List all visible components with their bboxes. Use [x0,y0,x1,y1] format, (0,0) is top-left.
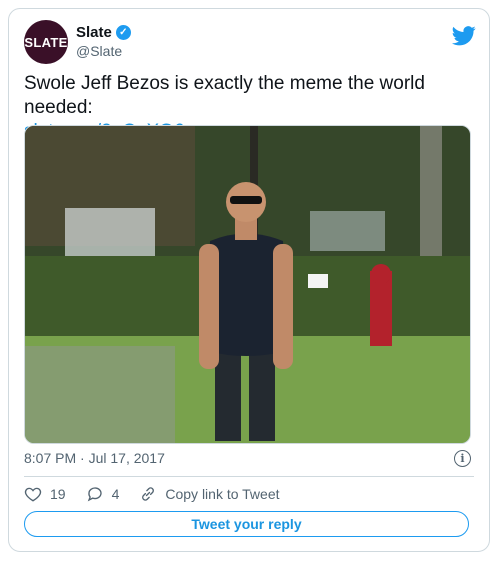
tweet-actions: 19 4 Copy link to Tweet [24,485,300,503]
divider [24,476,474,477]
tweet-photo[interactable] [24,125,471,444]
like-action[interactable]: 19 [24,485,66,503]
reply-action[interactable]: 4 [86,485,120,503]
tweet-timestamp[interactable]: 8:07 PM · Jul 17, 2017 [24,450,165,466]
user-handle[interactable]: @Slate [76,42,131,61]
reply-icon [87,487,102,502]
tweet-reply-button[interactable]: Tweet your reply [24,511,469,537]
verified-badge-icon: ✓ [115,25,131,40]
heart-icon [24,487,42,502]
link-icon [142,487,155,501]
copy-link-action[interactable]: Copy link to Tweet [139,485,280,503]
like-count: 19 [50,486,66,502]
display-name-row[interactable]: Slate ✓ [76,23,131,42]
info-icon[interactable]: i [454,450,471,467]
display-name[interactable]: Slate [76,23,112,42]
photo-illustration [25,126,470,443]
author-names: Slate ✓ @Slate [76,23,131,61]
twitter-bird-icon[interactable] [452,26,476,46]
tweet-header: SLATE Slate ✓ @Slate [24,20,476,66]
tweet-body: Swole Jeff Bezos is exactly the meme the… [24,73,425,118]
reply-count: 4 [111,486,120,502]
copy-link-label: Copy link to Tweet [165,486,280,502]
tweet-card: SLATE Slate ✓ @Slate Swole Jeff Bezos is… [8,8,490,552]
avatar[interactable]: SLATE [24,20,68,64]
